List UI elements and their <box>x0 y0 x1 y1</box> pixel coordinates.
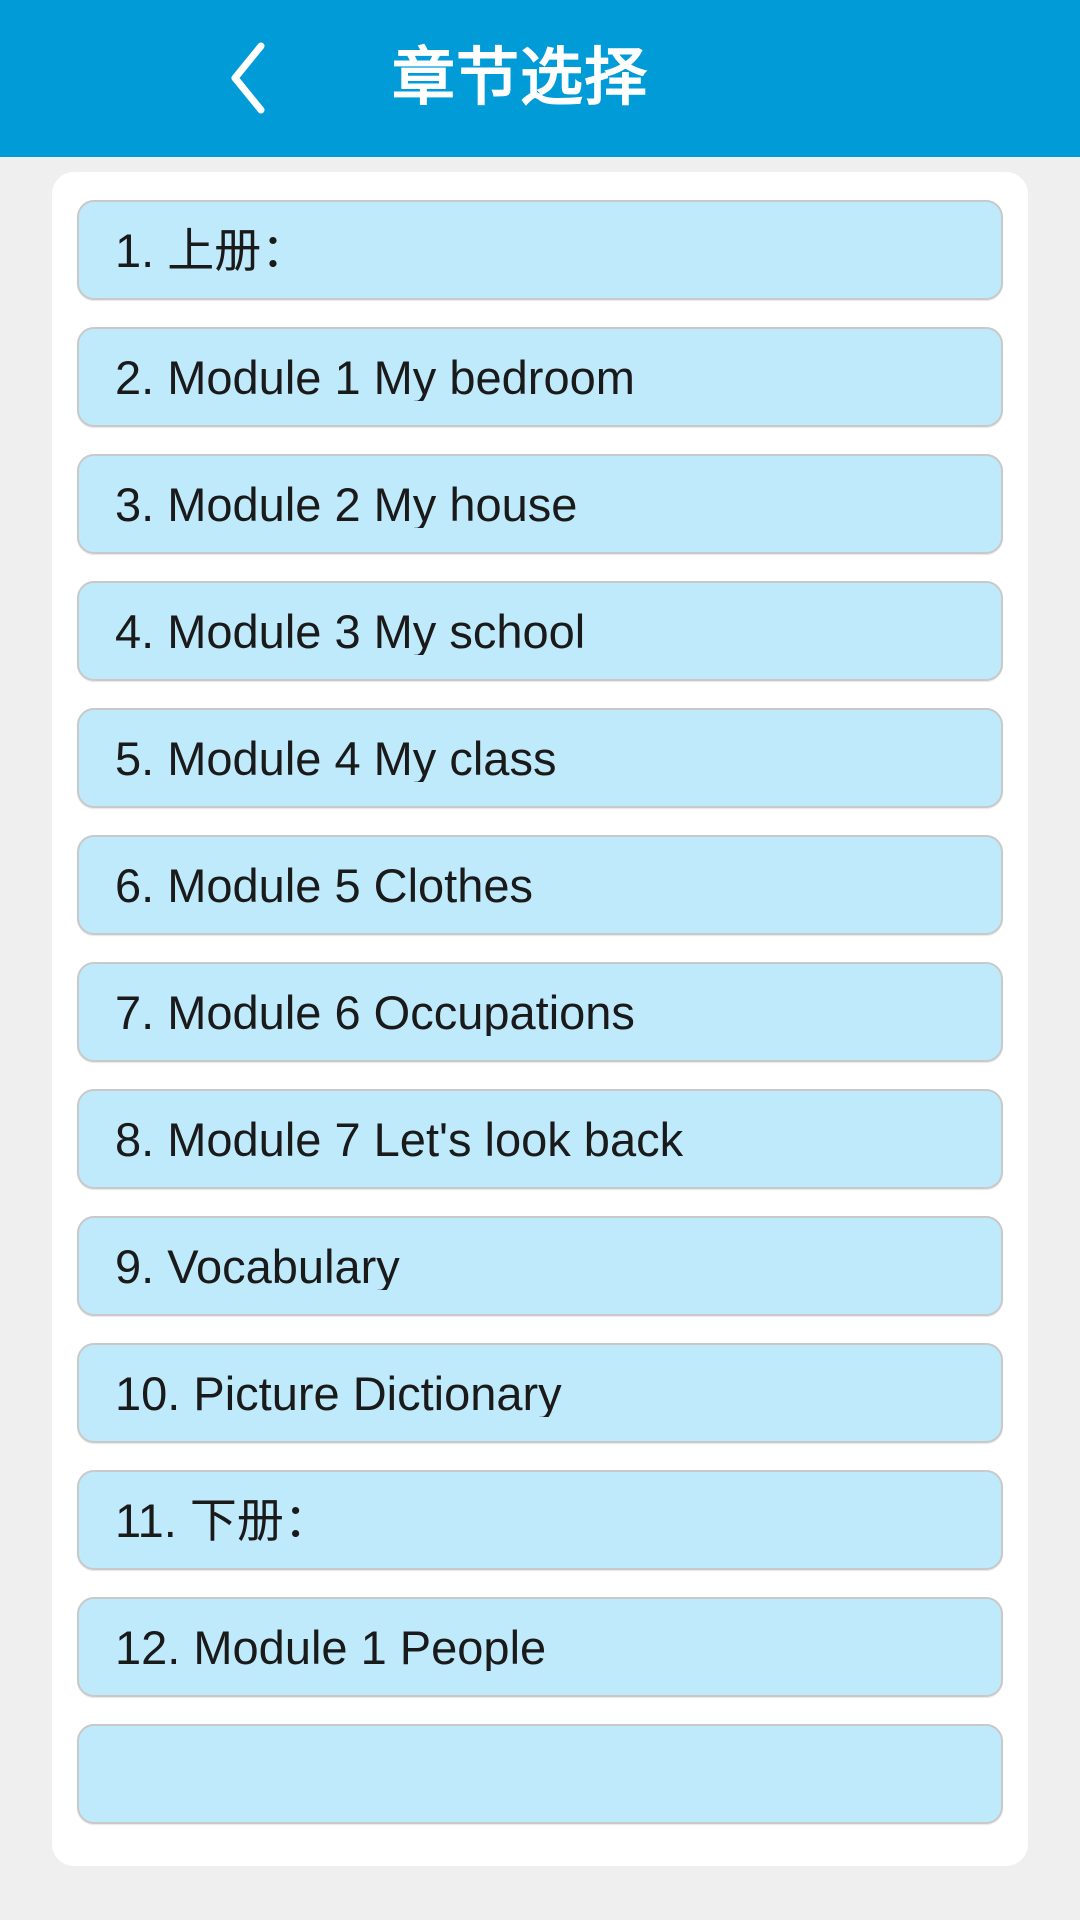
list-item[interactable]: 11. 下册： <box>77 1470 1003 1570</box>
chapter-item-label: 12. Module 1 People <box>115 1623 547 1671</box>
back-button[interactable] <box>196 28 300 128</box>
list-item[interactable]: 2. Module 1 My bedroom <box>77 327 1003 427</box>
app-header: 章节选择 <box>0 0 1080 157</box>
chapter-list-card: 1. 上册： 2. Module 1 My bedroom 3. Module … <box>52 172 1028 1866</box>
chapter-item-label: 1. 上册： <box>115 226 309 274</box>
list-item[interactable]: 9. Vocabulary <box>77 1216 1003 1316</box>
chapter-item-label: 11. 下册： <box>115 1496 331 1544</box>
list-item[interactable]: 6. Module 5 Clothes <box>77 835 1003 935</box>
list-item[interactable]: 10. Picture Dictionary <box>77 1343 1003 1443</box>
list-item[interactable]: 4. Module 3 My school <box>77 581 1003 681</box>
chapter-item-label: 5. Module 4 My class <box>115 734 557 782</box>
chapter-item-label: 6. Module 5 Clothes <box>115 861 534 909</box>
chapter-item-label: 10. Picture Dictionary <box>115 1369 562 1417</box>
chapter-list: 1. 上册： 2. Module 1 My bedroom 3. Module … <box>52 200 1028 1824</box>
chapter-item-label: 3. Module 2 My house <box>115 480 578 528</box>
chapter-item-label: 7. Module 6 Occupations <box>115 988 635 1036</box>
list-item[interactable]: 1. 上册： <box>77 200 1003 300</box>
app-screen: 章节选择 1. 上册： 2. Module 1 My bedroom 3. Mo… <box>0 0 1080 1920</box>
chapter-item-label: 9. Vocabulary <box>115 1242 400 1290</box>
chapter-item-label: 8. Module 7 Let's look back <box>115 1115 684 1163</box>
list-item[interactable]: 3. Module 2 My house <box>77 454 1003 554</box>
chapter-item-label: 4. Module 3 My school <box>115 607 586 655</box>
list-item[interactable] <box>77 1724 1003 1824</box>
list-item[interactable]: 8. Module 7 Let's look back <box>77 1089 1003 1189</box>
chapter-item-label: 2. Module 1 My bedroom <box>115 353 635 401</box>
list-item[interactable]: 5. Module 4 My class <box>77 708 1003 808</box>
page-title: 章节选择 <box>392 43 648 113</box>
content-scroll-area[interactable]: 1. 上册： 2. Module 1 My bedroom 3. Module … <box>0 157 1080 1920</box>
list-item[interactable]: 7. Module 6 Occupations <box>77 962 1003 1062</box>
chevron-left-icon <box>231 42 265 114</box>
list-item[interactable]: 12. Module 1 People <box>77 1597 1003 1697</box>
